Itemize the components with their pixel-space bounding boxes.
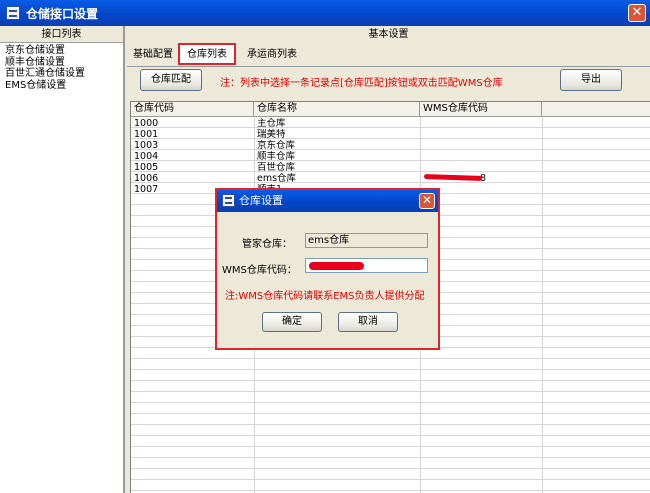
column-warehouse-code[interactable]: 仓库代码 xyxy=(131,102,254,117)
cell-name: ems仓库 xyxy=(257,173,297,184)
tab-carrier-list[interactable]: 承运商列表 xyxy=(241,46,303,64)
table-row[interactable]: 1005 百世仓库 xyxy=(131,162,650,173)
cancel-button[interactable]: 取消 xyxy=(338,312,398,332)
export-button[interactable]: 导出 xyxy=(560,69,622,91)
interface-item-jd[interactable]: 京东仓储设置 xyxy=(5,45,123,57)
warehouse-match-button[interactable]: 仓库匹配 xyxy=(140,69,202,91)
manager-warehouse-field: ems仓库 xyxy=(305,233,428,248)
table-row[interactable]: 1006 ems仓库 8 xyxy=(131,173,650,184)
ok-button[interactable]: 确定 xyxy=(262,312,322,332)
wms-code-input[interactable] xyxy=(305,258,428,273)
dialog-app-icon xyxy=(222,194,235,207)
window-close-button[interactable]: ✕ xyxy=(628,4,646,22)
cell-code: 1005 xyxy=(134,162,159,173)
cell-name: 京东仓库 xyxy=(257,140,296,151)
dialog-titlebar: 仓库设置 ✕ xyxy=(217,190,438,212)
cell-code: 1000 xyxy=(134,118,159,129)
wms-code-label: WMS仓库代码： xyxy=(222,265,297,276)
cell-code: 1001 xyxy=(134,129,159,140)
interface-list-header: 接口列表 xyxy=(0,26,123,43)
cell-code: 1004 xyxy=(134,151,159,162)
warehouse-settings-dialog: 仓库设置 ✕ 管家仓库： ems仓库 WMS仓库代码： 注:WMS仓库代码请联系… xyxy=(215,188,440,350)
interface-item-best[interactable]: 百世汇通仓储设置 xyxy=(5,68,123,80)
interface-list: 京东仓储设置 顺丰仓储设置 百世汇通仓储设置 EMS仓储设置 xyxy=(0,43,123,91)
window-titlebar: 仓储接口设置 ✕ xyxy=(0,0,650,26)
tab-basic-config[interactable]: 基础配置 xyxy=(127,46,179,64)
dialog-note: 注:WMS仓库代码请联系EMS负责人提供分配 xyxy=(225,291,425,302)
column-wms-code[interactable]: WMS仓库代码 xyxy=(420,102,542,117)
manager-warehouse-label: 管家仓库： xyxy=(242,239,292,250)
cell-name: 百世仓库 xyxy=(257,162,296,173)
settings-tabs: 基础配置 仓库列表 承运商列表 xyxy=(127,43,650,66)
redaction-scribble xyxy=(309,262,364,270)
cell-code: 1007 xyxy=(134,184,159,195)
column-empty xyxy=(542,102,650,117)
dialog-title: 仓库设置 xyxy=(239,194,283,207)
cell-name: 顺丰仓库 xyxy=(257,151,296,162)
cell-name: 主仓库 xyxy=(257,118,286,129)
table-row[interactable]: 1003 京东仓库 xyxy=(131,140,650,151)
settings-header: 基本设置 xyxy=(368,29,409,40)
match-note: 注：列表中选择一条记录点[仓库匹配]按钮或双击匹配WMS仓库 xyxy=(220,78,503,89)
table-row[interactable]: 1004 顺丰仓库 xyxy=(131,151,650,162)
app-icon xyxy=(6,6,20,20)
cell-code: 1003 xyxy=(134,140,159,151)
interface-item-sf[interactable]: 顺丰仓储设置 xyxy=(5,57,123,69)
cell-name: 瑞美特 xyxy=(257,129,286,140)
dialog-close-button[interactable]: ✕ xyxy=(419,193,435,209)
tab-warehouse-list[interactable]: 仓库列表 xyxy=(178,43,236,65)
cell-code: 1006 xyxy=(134,173,159,184)
interface-item-ems[interactable]: EMS仓储设置 xyxy=(5,80,123,92)
interface-list-panel: 接口列表 京东仓储设置 顺丰仓储设置 百世汇通仓储设置 EMS仓储设置 xyxy=(0,26,125,493)
window-title: 仓储接口设置 xyxy=(26,6,99,21)
table-row[interactable]: 1000 主仓库 xyxy=(131,118,650,129)
table-header: 仓库代码 仓库名称 WMS仓库代码 xyxy=(131,102,650,117)
table-row[interactable]: 1001 瑞美特 xyxy=(131,129,650,140)
tabs-divider xyxy=(127,66,650,67)
column-warehouse-name[interactable]: 仓库名称 xyxy=(254,102,420,117)
